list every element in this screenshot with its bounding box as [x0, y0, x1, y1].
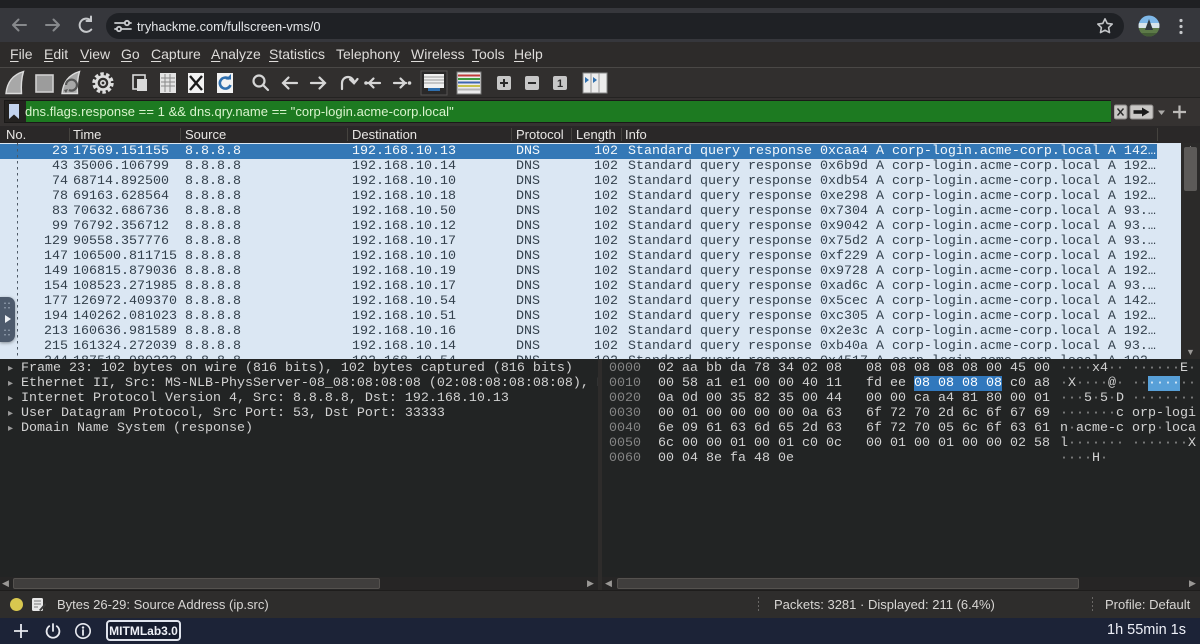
svg-text:1: 1	[557, 78, 563, 90]
